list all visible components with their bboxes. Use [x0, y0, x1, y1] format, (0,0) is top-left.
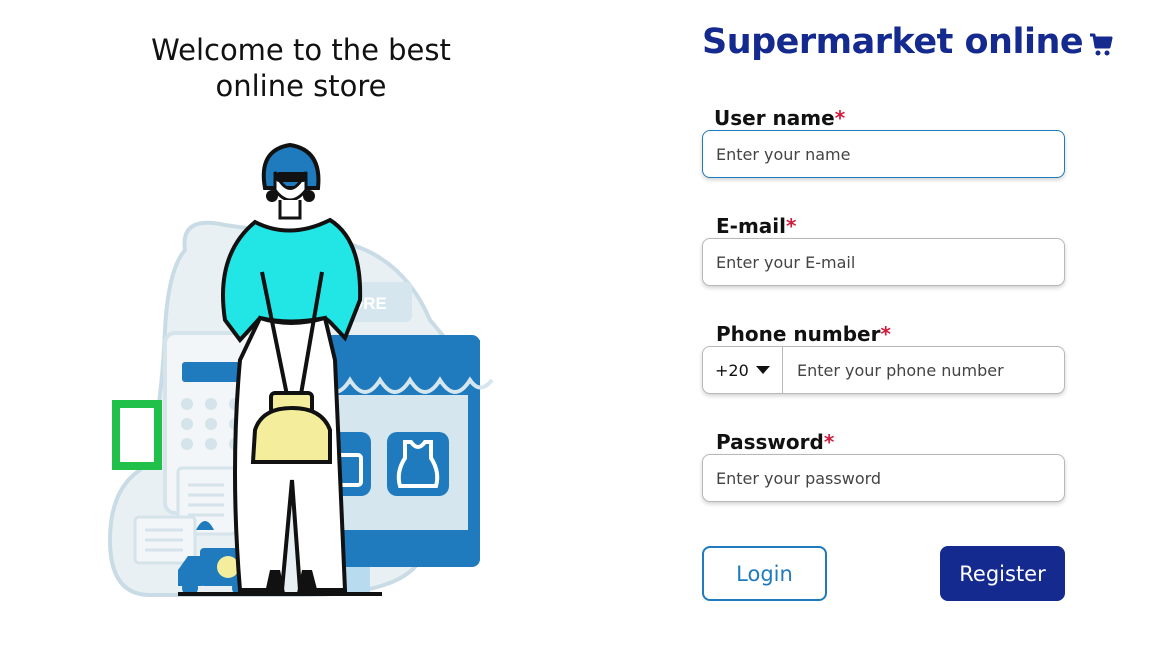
email-label: E-mail* — [716, 214, 796, 238]
password-input[interactable] — [702, 454, 1065, 502]
register-button[interactable]: Register — [940, 546, 1065, 601]
phone-label-text: Phone number — [716, 322, 881, 346]
password-label: Password* — [716, 430, 834, 454]
password-label-text: Password — [716, 430, 824, 454]
welcome-line-1: Welcome to the best — [151, 33, 451, 67]
welcome-heading: Welcome to the best online store — [120, 32, 482, 104]
password-required-mark: * — [823, 430, 835, 454]
chevron-down-icon — [756, 365, 770, 374]
country-code-select[interactable]: +20 — [703, 347, 783, 393]
country-code-value: +20 — [715, 360, 749, 380]
shopping-illustration: ORE — [107, 142, 494, 597]
phone-required-mark: * — [880, 322, 891, 346]
email-label-text: E-mail — [716, 214, 787, 238]
email-input[interactable] — [702, 238, 1065, 286]
username-input[interactable] — [702, 130, 1065, 178]
brand-header: Supermarket online — [702, 22, 1113, 62]
shopping-cart-icon — [1090, 33, 1113, 56]
brand-title: Supermarket online — [702, 22, 1084, 62]
welcome-line-2: online store — [215, 69, 387, 103]
phone-input[interactable] — [783, 348, 1064, 392]
email-required-mark: * — [786, 214, 797, 238]
username-label-text: User name — [714, 106, 835, 130]
phone-label: Phone number* — [716, 322, 891, 346]
username-required-mark: * — [834, 106, 846, 130]
username-label: User name* — [714, 106, 845, 130]
phone-field: +20 — [702, 346, 1065, 394]
login-button[interactable]: Login — [702, 546, 827, 601]
